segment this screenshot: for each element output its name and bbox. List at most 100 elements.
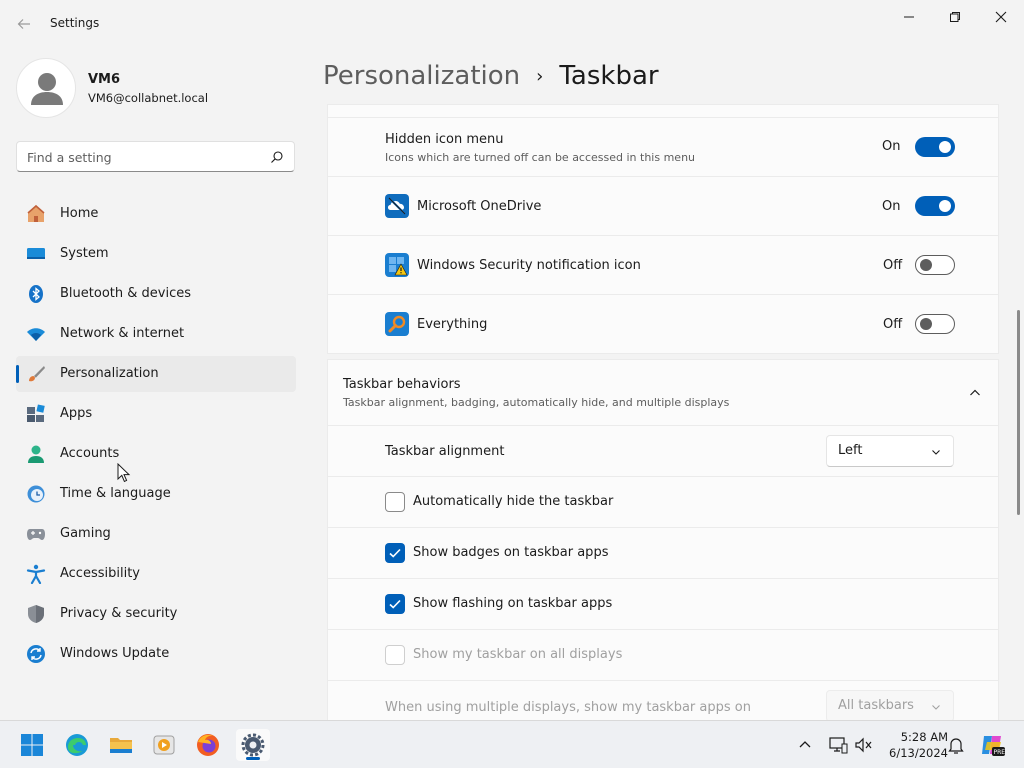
- toggle-state: On: [882, 139, 901, 154]
- row-title: Windows Security notification icon: [417, 258, 641, 273]
- multi-display-row: When using multiple displays, show my ta…: [327, 681, 999, 722]
- breadcrumb-parent[interactable]: Personalization: [323, 61, 520, 91]
- flashing-checkbox[interactable]: [385, 594, 405, 614]
- notification-bell-icon[interactable]: [947, 735, 965, 755]
- taskbar-behaviors-header[interactable]: Taskbar behaviors Taskbar alignment, bad…: [327, 359, 999, 426]
- restore-button[interactable]: [932, 6, 978, 28]
- sidebar-item-label: System: [60, 246, 109, 261]
- auto-hide-checkbox[interactable]: [385, 492, 405, 512]
- taskbar-alignment-row: Taskbar alignment Left: [327, 426, 999, 477]
- card-top-edge: [327, 104, 999, 118]
- windows-security-toggle[interactable]: [915, 255, 955, 275]
- dropdown-value: Left: [838, 443, 863, 458]
- back-arrow-icon[interactable]: [14, 14, 34, 34]
- edge-browser-icon[interactable]: [60, 729, 94, 761]
- row-title: When using multiple displays, show my ta…: [385, 700, 751, 715]
- sidebar-item-label: Network & internet: [60, 326, 185, 341]
- everything-search-icon: [385, 312, 409, 336]
- windows-security-row: Windows Security notification icon Off: [327, 236, 999, 295]
- taskbar-alignment-dropdown[interactable]: Left: [826, 435, 954, 467]
- sidebar-item-label: Time & language: [60, 486, 171, 501]
- auto-hide-row: Automatically hide the taskbar: [327, 477, 999, 528]
- search-icon[interactable]: [270, 150, 284, 164]
- taskbar: 5:28 AM 6/13/2024 PRE: [0, 720, 1024, 768]
- windows-security-icon: [385, 253, 409, 277]
- sidebar-item-time-language[interactable]: Time & language: [16, 476, 296, 512]
- wifi-icon: [26, 324, 46, 344]
- sidebar-item-label: Apps: [60, 406, 93, 421]
- checkbox-label: Automatically hide the taskbar: [413, 494, 614, 509]
- sidebar-item-home[interactable]: Home: [16, 196, 296, 232]
- title-bar: Settings: [0, 0, 1024, 48]
- sidebar-item-bluetooth[interactable]: Bluetooth & devices: [16, 276, 296, 312]
- section-subtitle: Taskbar alignment, badging, automaticall…: [343, 396, 730, 409]
- checkbox-label: Show flashing on taskbar apps: [413, 596, 613, 611]
- volume-icon[interactable]: [853, 735, 873, 755]
- chevron-up-icon[interactable]: [797, 737, 813, 753]
- copilot-icon[interactable]: PRE: [979, 732, 1005, 758]
- sidebar-item-label: Privacy & security: [60, 606, 178, 621]
- media-player-icon[interactable]: [147, 729, 181, 761]
- page-title: Taskbar: [559, 61, 659, 91]
- all-displays-row: Show my taskbar on all displays: [327, 630, 999, 681]
- sidebar-item-windows-update[interactable]: Windows Update: [16, 636, 296, 672]
- breadcrumb: Personalization › Taskbar: [323, 58, 659, 94]
- sidebar-item-label: Gaming: [60, 526, 111, 541]
- clock-time: 5:28 AM: [900, 730, 948, 744]
- accessibility-icon: [26, 564, 46, 585]
- network-display-icon[interactable]: [828, 735, 848, 755]
- avatar: [16, 58, 76, 118]
- badges-row: Show badges on taskbar apps: [327, 528, 999, 579]
- multi-display-dropdown: All taskbars: [826, 690, 954, 722]
- row-subtitle: Icons which are turned off can be access…: [385, 151, 696, 164]
- everything-toggle[interactable]: [915, 314, 955, 334]
- sidebar-item-label: Accessibility: [60, 566, 140, 581]
- sidebar-item-personalization[interactable]: Personalization: [16, 356, 296, 392]
- clock-date: 6/13/2024: [889, 746, 948, 760]
- breadcrumb-separator: ›: [536, 65, 544, 87]
- user-profile[interactable]: VM6 VM6@collabnet.local: [16, 58, 296, 118]
- home-icon: [26, 204, 46, 224]
- onedrive-row: Microsoft OneDrive On: [327, 177, 999, 236]
- all-displays-checkbox: [385, 645, 405, 665]
- sidebar-item-privacy-security[interactable]: Privacy & security: [16, 596, 296, 632]
- settings-taskbar-icon[interactable]: [236, 729, 270, 761]
- sidebar-item-system[interactable]: System: [16, 236, 296, 272]
- bluetooth-icon: [26, 284, 46, 304]
- file-explorer-icon[interactable]: [104, 729, 138, 761]
- app-title: Settings: [50, 16, 100, 30]
- accounts-icon: [26, 444, 46, 464]
- system-icon: [26, 244, 46, 264]
- sidebar-item-apps[interactable]: Apps: [16, 396, 296, 432]
- onedrive-toggle[interactable]: [915, 196, 955, 216]
- scrollbar-thumb[interactable]: [1017, 310, 1020, 515]
- toggle-state: On: [882, 199, 901, 214]
- search-box[interactable]: [16, 141, 295, 172]
- sidebar-item-accounts[interactable]: Accounts: [16, 436, 296, 472]
- flashing-row: Show flashing on taskbar apps: [327, 579, 999, 630]
- minimize-button[interactable]: [886, 6, 932, 28]
- everything-row: Everything Off: [327, 295, 999, 354]
- user-name: VM6: [88, 72, 121, 87]
- sidebar-item-accessibility[interactable]: Accessibility: [16, 556, 296, 592]
- search-input[interactable]: [27, 148, 257, 166]
- start-button[interactable]: [15, 729, 49, 761]
- hidden-icon-menu-row: Hidden icon menu Icons which are turned …: [327, 118, 999, 177]
- row-title: Everything: [417, 317, 488, 332]
- chevron-down-icon: [931, 701, 941, 711]
- shield-icon: [26, 604, 46, 624]
- clock-globe-icon: [26, 484, 46, 504]
- close-button[interactable]: [978, 6, 1024, 28]
- system-clock[interactable]: 5:28 AM 6/13/2024: [878, 729, 948, 761]
- badges-checkbox[interactable]: [385, 543, 405, 563]
- sidebar-item-gaming[interactable]: Gaming: [16, 516, 296, 552]
- svg-text:PRE: PRE: [994, 749, 1006, 756]
- brush-icon: [26, 364, 46, 384]
- sidebar-item-label: Home: [60, 206, 99, 221]
- mouse-cursor-icon: [117, 462, 131, 483]
- chevron-up-icon[interactable]: [969, 387, 981, 399]
- row-title: Microsoft OneDrive: [417, 199, 542, 214]
- hidden-icon-menu-toggle[interactable]: [915, 137, 955, 157]
- firefox-icon[interactable]: [191, 729, 225, 761]
- sidebar-item-network[interactable]: Network & internet: [16, 316, 296, 352]
